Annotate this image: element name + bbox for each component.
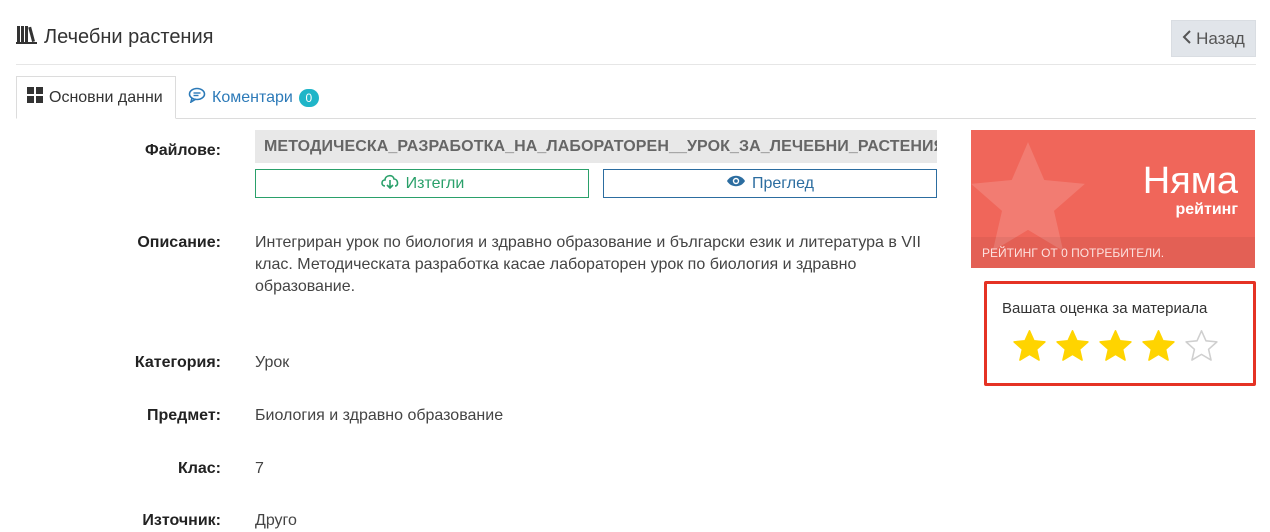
eye-icon xyxy=(726,174,746,193)
download-button-label: Изтегли xyxy=(405,174,465,192)
file-name: МЕТОДИЧЕСКА_РАЗРАБОТКА_НА_ЛАБОРАТОРЕН__У… xyxy=(255,130,937,163)
rating-footer: РЕЙТИНГ ОТ 0 ПОТРЕБИТЕЛИ. xyxy=(971,237,1255,268)
back-button[interactable]: Назад xyxy=(1171,20,1256,57)
comment-icon xyxy=(188,87,206,108)
description-label: Описание: xyxy=(137,234,221,251)
tab-main-data-label: Основни данни xyxy=(49,88,163,106)
back-button-label: Назад xyxy=(1196,28,1245,48)
preview-button-label: Преглед xyxy=(752,174,814,192)
subject-label: Предмет: xyxy=(146,407,221,424)
download-button[interactable]: Изтегли xyxy=(255,169,589,198)
preview-button[interactable]: Преглед xyxy=(603,169,937,198)
star-filled-icon[interactable] xyxy=(1011,328,1048,365)
tab-comments-label: Коментари xyxy=(212,88,293,106)
grade-value: 7 xyxy=(255,460,264,477)
grid-icon xyxy=(27,87,43,108)
rating-value: Няма xyxy=(1142,160,1238,202)
library-books-icon xyxy=(16,24,38,50)
user-rating-box: Вашата оценка за материала xyxy=(984,281,1256,386)
category-value: Урок xyxy=(255,354,290,371)
tab-comments[interactable]: Коментари 0 xyxy=(178,76,329,119)
tab-bar: Основни данни Коментари 0 xyxy=(16,76,1256,119)
star-rating xyxy=(1011,328,1220,365)
files-label: Файлове: xyxy=(145,142,221,159)
star-filled-icon[interactable] xyxy=(1097,328,1134,365)
page-header: Лечебни растения Назад xyxy=(16,20,1256,65)
tab-main-data[interactable]: Основни данни xyxy=(16,76,176,119)
comments-count-badge: 0 xyxy=(298,88,319,107)
source-value: Друго xyxy=(255,512,297,529)
cloud-download-icon xyxy=(380,173,400,194)
category-label: Категория: xyxy=(134,354,221,371)
source-label: Източник: xyxy=(142,512,221,529)
grade-label: Клас: xyxy=(177,460,221,477)
subject-value: Биология и здравно образование xyxy=(255,407,504,424)
description-text: Интегриран урок по биология и здравно об… xyxy=(255,234,921,295)
star-filled-icon[interactable] xyxy=(1054,328,1091,365)
page-title: Лечебни растения xyxy=(16,24,213,50)
user-rating-title: Вашата оценка за материала xyxy=(1002,300,1208,317)
star-empty-icon[interactable] xyxy=(1183,328,1220,365)
rating-summary: Няма рейтинг РЕЙТИНГ ОТ 0 ПОТРЕБИТЕЛИ. xyxy=(971,130,1255,268)
chevron-left-icon xyxy=(1182,29,1192,49)
page-title-text: Лечебни растения xyxy=(44,25,214,48)
rating-caption: рейтинг xyxy=(1175,201,1238,218)
star-filled-icon[interactable] xyxy=(1140,328,1177,365)
